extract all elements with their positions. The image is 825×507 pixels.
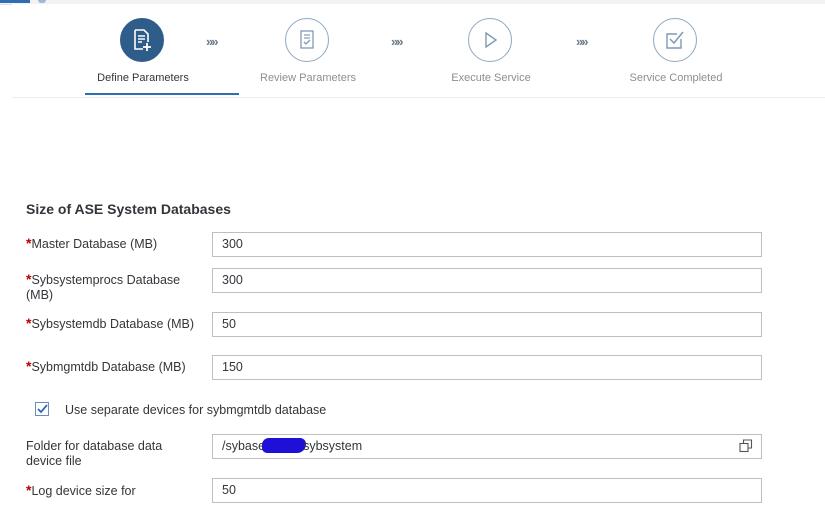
checklist-icon	[285, 18, 329, 62]
section-title: Size of ASE System Databases	[26, 201, 231, 217]
step-label: Service Completed	[629, 72, 723, 84]
field-label-text: Sybsystemdb Database (MB)	[31, 317, 195, 331]
folder-value-suffix: sybsystem	[303, 439, 363, 453]
step-review-parameters[interactable]: Review Parameters	[218, 18, 398, 98]
field-label: *Sybmgmtdb Database (MB)	[26, 359, 186, 375]
step-execute-service[interactable]: Execute Service	[401, 18, 581, 98]
folder-value-prefix: /sybase	[222, 439, 266, 453]
data-device-folder-input[interactable]: /sybase sybsystem	[212, 434, 762, 459]
log-device-size-input[interactable]: 50	[212, 478, 762, 503]
window-tab-indicator	[38, 0, 46, 3]
step-label: Define Parameters	[97, 72, 189, 84]
step-separator-icon: »»	[391, 34, 404, 49]
active-step-indicator	[85, 93, 239, 95]
field-label-text: Sybmgmtdb Database (MB)	[31, 360, 186, 374]
wizard-steps-header: Define Parameters »» Review Parameters »…	[12, 4, 825, 98]
step-define-parameters[interactable]: Define Parameters	[53, 18, 239, 98]
sybsystemdb-database-input[interactable]: 50	[212, 312, 762, 337]
field-label-text: Master Database (MB)	[31, 237, 158, 251]
active-window-tab[interactable]	[0, 0, 30, 3]
document-add-icon	[120, 18, 164, 62]
step-label: Review Parameters	[260, 72, 356, 84]
checkbox-complete-icon	[653, 18, 697, 62]
master-database-input[interactable]: 300	[212, 232, 762, 257]
checkmark-icon	[37, 404, 48, 414]
field-label: Folder for database data device file	[26, 439, 163, 468]
step-separator-icon: »»	[576, 34, 589, 49]
step-separator-icon: »»	[206, 34, 219, 49]
separate-devices-checkbox[interactable]	[35, 402, 49, 416]
field-label: *Master Database (MB)	[26, 236, 206, 252]
field-label-text: Log device size for	[31, 484, 136, 498]
field-label: *Log device size for	[26, 483, 206, 499]
value-help-icon[interactable]	[739, 439, 753, 453]
page: Define Parameters »» Review Parameters »…	[0, 0, 825, 507]
sybmgmtdb-database-input[interactable]: 150	[212, 355, 762, 380]
field-label-text: Sybsystemprocs Database (MB)	[26, 273, 181, 302]
sybsystemprocs-database-input[interactable]: 300	[212, 268, 762, 293]
field-label: *Sybsystemdb Database (MB)	[26, 316, 206, 332]
redaction-mark	[262, 438, 307, 453]
field-label: *Sybsystemprocs Database (MB)	[26, 272, 206, 303]
step-service-completed[interactable]: Service Completed	[586, 18, 766, 98]
checkbox-label: Use separate devices for sybmgmtdb datab…	[65, 403, 327, 417]
play-icon	[468, 18, 512, 62]
step-label: Execute Service	[451, 72, 531, 84]
